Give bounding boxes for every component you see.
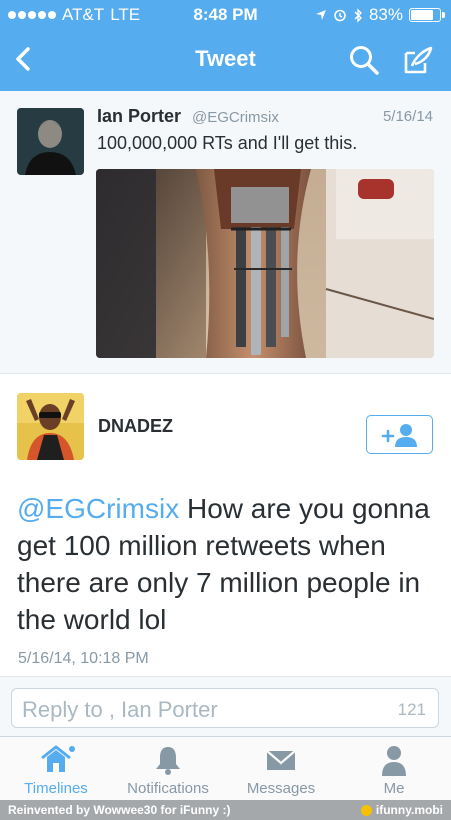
reply-placeholder: Reply to , Ian Porter [22, 697, 218, 722]
reply-author-name[interactable]: DNADEZ [98, 416, 173, 437]
bell-icon [156, 747, 180, 775]
tab-messages[interactable]: Messages [225, 737, 337, 801]
reply-timestamp: 5/16/14, 10:18 PM [18, 650, 149, 667]
compose-icon[interactable] [402, 44, 434, 76]
tab-notifications[interactable]: Notifications [112, 737, 224, 801]
person-icon [382, 746, 406, 776]
tweet-photo[interactable] [96, 169, 434, 358]
mention-link[interactable]: @EGCrimsix [17, 493, 179, 524]
tab-label: Timelines [24, 780, 88, 797]
battery-fill [411, 10, 434, 20]
location-arrow-icon [315, 10, 326, 20]
alarm-icon [334, 9, 346, 22]
battery-percent: 83% [368, 5, 403, 24]
reply-bar: Reply to , Ian Porter 121 [0, 676, 451, 736]
tab-timelines[interactable]: Timelines [0, 737, 112, 801]
add-user-icon [381, 423, 417, 447]
bluetooth-icon [354, 7, 362, 23]
tweet-text: 100,000,000 RTs and I'll get this. [97, 133, 358, 153]
watermark-bar: Reinvented by Wowwee30 for iFunny :) ifu… [0, 800, 451, 820]
status-right: 83% [315, 5, 445, 25]
reply-tweet-text: @EGCrimsix How are you gonna get 100 mil… [17, 490, 437, 638]
watermark-site: ifunny.mobi [375, 803, 443, 817]
home-icon [41, 745, 75, 772]
reply-avatar[interactable] [17, 393, 84, 460]
avatar[interactable] [17, 108, 84, 175]
quoted-tweet[interactable]: Ian Porter @EGCrimsix 5/16/14 100,000,00… [0, 91, 451, 374]
page-title: Tweet [195, 46, 256, 71]
author-name[interactable]: Ian Porter [97, 106, 181, 127]
tab-me[interactable]: Me [338, 737, 450, 801]
envelope-icon [266, 750, 296, 770]
char-count: 121 [397, 700, 426, 719]
tab-label: Notifications [127, 780, 209, 797]
tab-label: Me [383, 780, 405, 797]
battery-icon [409, 8, 445, 22]
search-icon[interactable] [348, 44, 380, 76]
author-handle[interactable]: @EGCrimsix [192, 109, 279, 126]
tab-label: Messages [246, 780, 316, 797]
follow-button[interactable] [366, 415, 433, 454]
watermark-logo: ifunny.mobi [360, 803, 443, 817]
ifunny-logo-icon [360, 804, 372, 816]
status-bar: AT&T LTE 8:48 PM 83% [0, 0, 451, 30]
tweet-date: 5/16/14 [382, 108, 433, 125]
reply-input[interactable]: Reply to , Ian Porter 121 [11, 688, 439, 728]
tab-bar: Timelines Notifications Messages Me [0, 736, 451, 800]
app-header: AT&T LTE 8:48 PM 83% Tweet [0, 0, 451, 91]
watermark-text: Reinvented by Wowwee30 for iFunny :) [8, 803, 231, 817]
